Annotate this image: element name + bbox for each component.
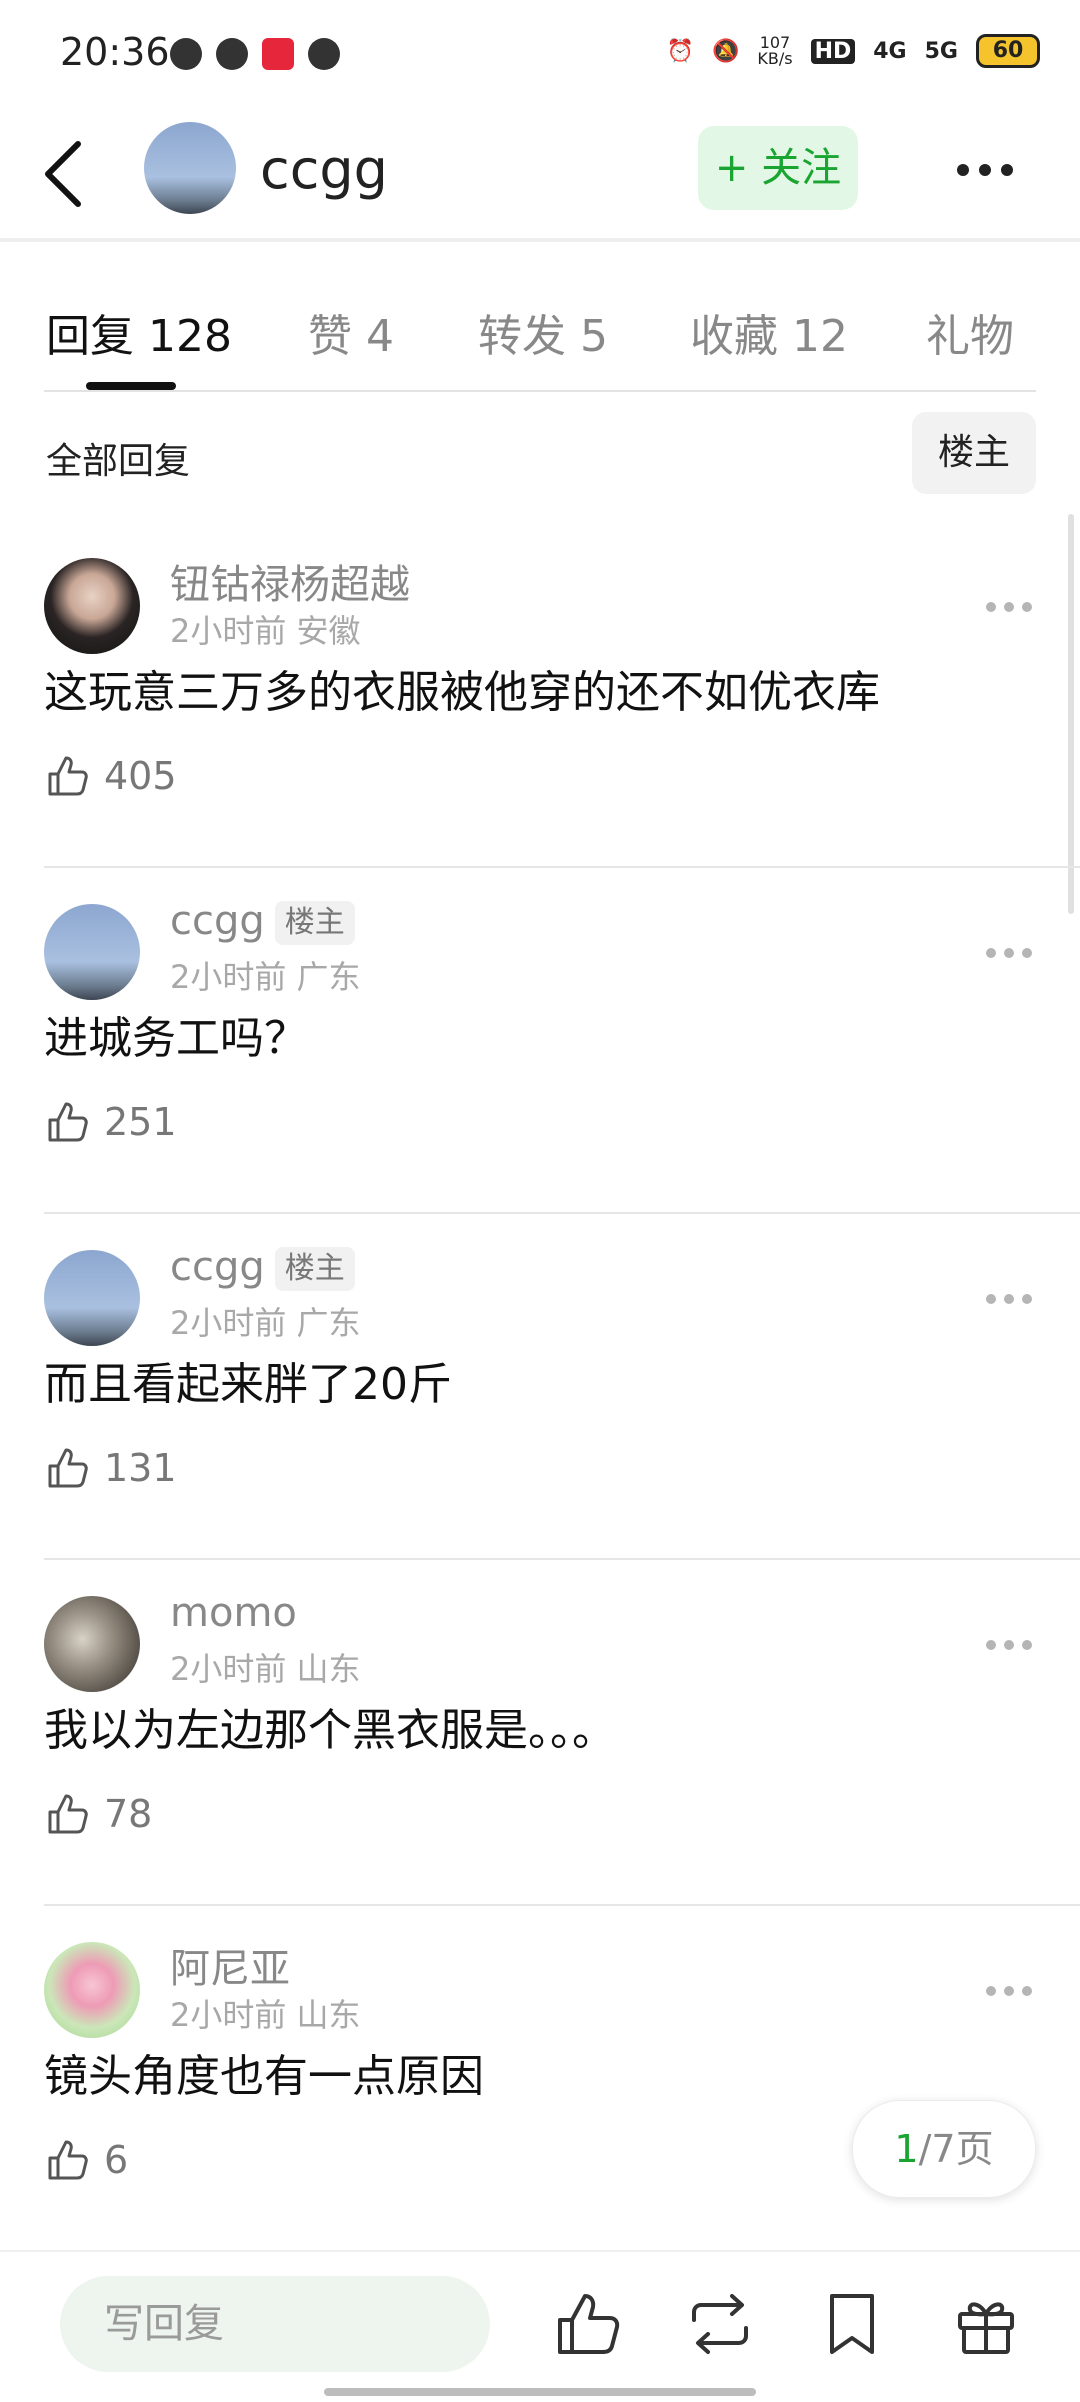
comment-text[interactable]: 而且看起来胖了20斤 (44, 1348, 452, 1412)
home-indicator[interactable] (324, 2388, 756, 2396)
bookmark-button[interactable] (814, 2286, 890, 2362)
bookmark-icon (830, 2294, 874, 2354)
like-count: 405 (104, 754, 177, 798)
like-count: 6 (104, 2138, 129, 2182)
comment-text[interactable]: 镜头角度也有一点原因 (44, 2040, 484, 2104)
status-time: 20:36 (60, 30, 170, 74)
header-divider (0, 238, 1080, 242)
status-app-icons (170, 38, 340, 70)
tab-likes[interactable]: 赞 4 (308, 300, 394, 364)
repost-icon (692, 2294, 748, 2354)
op-only-button[interactable]: 楼主 (912, 412, 1036, 494)
thumbs-up-icon (48, 1102, 88, 1142)
comment-item: ccgg 楼主 2小时前 广东 进城务工吗？ 251 (0, 868, 1080, 1214)
comment-meta: 2小时前 广东 (170, 958, 361, 996)
commenter-avatar[interactable] (44, 1250, 140, 1346)
comment-more-button[interactable] (986, 948, 1032, 958)
chat-icon (216, 38, 248, 70)
tab-bar: 回复 128 赞 4 转发 5 收藏 12 礼物 (0, 290, 1080, 390)
back-button[interactable] (38, 134, 98, 214)
comment-text[interactable]: 我以为左边那个黑衣服是。。。 (44, 1694, 616, 1758)
status-bar: 20:36 ⏰ 🔕 107 KB/s HD 4G 5G 60 (0, 0, 1080, 110)
comment-meta: 2小时前 山东 (170, 1996, 361, 2034)
status-system-icons: ⏰ 🔕 107 KB/s HD 4G 5G 60 (667, 34, 1040, 68)
commenter-avatar[interactable] (44, 558, 140, 654)
commenter-name[interactable]: 钮钴禄杨超越 (170, 552, 410, 610)
comment-item: momo 2小时前 山东 我以为左边那个黑衣服是。。。 78 (0, 1560, 1080, 1906)
like-count: 251 (104, 1100, 177, 1144)
thumbs-up-icon (48, 756, 88, 796)
badge-icon (308, 38, 340, 70)
comment-text[interactable]: 进城务工吗？ (44, 1002, 308, 1066)
repost-button[interactable] (682, 2286, 758, 2362)
like-button[interactable]: 6 (44, 2136, 128, 2184)
thumbs-up-icon (48, 1448, 88, 1488)
author-name[interactable]: ccgg (260, 138, 388, 201)
page-total: /7页 (918, 2127, 994, 2171)
active-tab-indicator (86, 382, 176, 390)
tab-replies[interactable]: 回复 128 (46, 300, 232, 364)
thumbs-up-icon (48, 1794, 88, 1834)
tab-favorites[interactable]: 收藏 12 (690, 300, 848, 364)
comment-more-button[interactable] (986, 1986, 1032, 1996)
alarm-icon: ⏰ (666, 38, 694, 64)
thumbs-up-icon (48, 2140, 88, 2180)
mute-icon: 🔕 (711, 38, 740, 64)
reply-input[interactable]: 写回复 (60, 2276, 490, 2372)
tab-gifts[interactable]: 礼物 (926, 300, 1014, 364)
like-button[interactable]: 251 (44, 1098, 177, 1146)
commenter-avatar[interactable] (44, 1596, 140, 1692)
chevron-left-icon (45, 141, 81, 207)
comment-text[interactable]: 这玩意三万多的衣服被他穿的还不如优衣库 (44, 656, 880, 720)
top-header: ccgg + 关注 (0, 110, 1080, 240)
gift-button[interactable] (948, 2286, 1024, 2362)
all-replies-label: 全部回复 (46, 441, 191, 482)
like-count: 78 (104, 1792, 153, 1836)
comment-meta: 2小时前 广东 (170, 1304, 361, 1342)
op-badge: 楼主 (274, 901, 355, 945)
like-button[interactable]: 405 (44, 752, 177, 800)
weibo-icon (170, 38, 202, 70)
comment-meta: 2小时前 山东 (170, 1650, 361, 1688)
battery-icon: 60 (976, 34, 1040, 68)
tabs-divider (44, 390, 1036, 392)
comment-more-button[interactable] (986, 1294, 1032, 1304)
comment-item: ccgg 楼主 2小时前 广东 而且看起来胖了20斤 131 (0, 1214, 1080, 1560)
page-indicator[interactable]: 1/7页 (852, 2100, 1036, 2198)
comment-more-button[interactable] (986, 602, 1032, 612)
comment-more-button[interactable] (986, 1640, 1032, 1650)
page-current: 1 (894, 2127, 919, 2171)
signal-4g: 4G (873, 38, 907, 64)
thumbs-up-icon (558, 2294, 620, 2354)
gift-icon (958, 2302, 1014, 2354)
more-options-button[interactable] (950, 150, 1020, 190)
more-dot-icon (979, 164, 991, 176)
like-post-button[interactable] (550, 2286, 626, 2362)
follow-button[interactable]: + 关注 (698, 126, 858, 210)
commenter-name[interactable]: ccgg 楼主 (170, 1244, 355, 1291)
tab-reposts[interactable]: 转发 5 (478, 300, 608, 364)
net-speed: 107 KB/s (757, 33, 793, 68)
author-avatar[interactable] (144, 122, 236, 214)
commenter-name[interactable]: 阿尼亚 (170, 1936, 290, 1994)
commenter-name[interactable]: ccgg 楼主 (170, 898, 355, 945)
more-dot-icon (957, 164, 969, 176)
like-count: 131 (104, 1446, 177, 1490)
hd-indicator: HD (810, 38, 856, 64)
like-button[interactable]: 131 (44, 1444, 177, 1492)
comment-item: 阿尼亚 2小时前 山东 镜头角度也有一点原因 6 (0, 1906, 1080, 2252)
like-button[interactable]: 78 (44, 1790, 152, 1838)
commenter-avatar[interactable] (44, 904, 140, 1000)
signal-5g: 5G (924, 38, 958, 64)
comment-meta: 2小时前 安徽 (170, 612, 361, 650)
comment-item: 钮钴禄杨超越 2小时前 安徽 这玩意三万多的衣服被他穿的还不如优衣库 405 (0, 522, 1080, 868)
op-badge: 楼主 (274, 1247, 355, 1291)
commenter-avatar[interactable] (44, 1942, 140, 2038)
xiaohongshu-icon (262, 38, 294, 70)
bottom-action-bar: 写回复 (0, 2250, 1080, 2402)
commenter-name[interactable]: momo (170, 1590, 297, 1636)
more-dot-icon (1001, 164, 1013, 176)
